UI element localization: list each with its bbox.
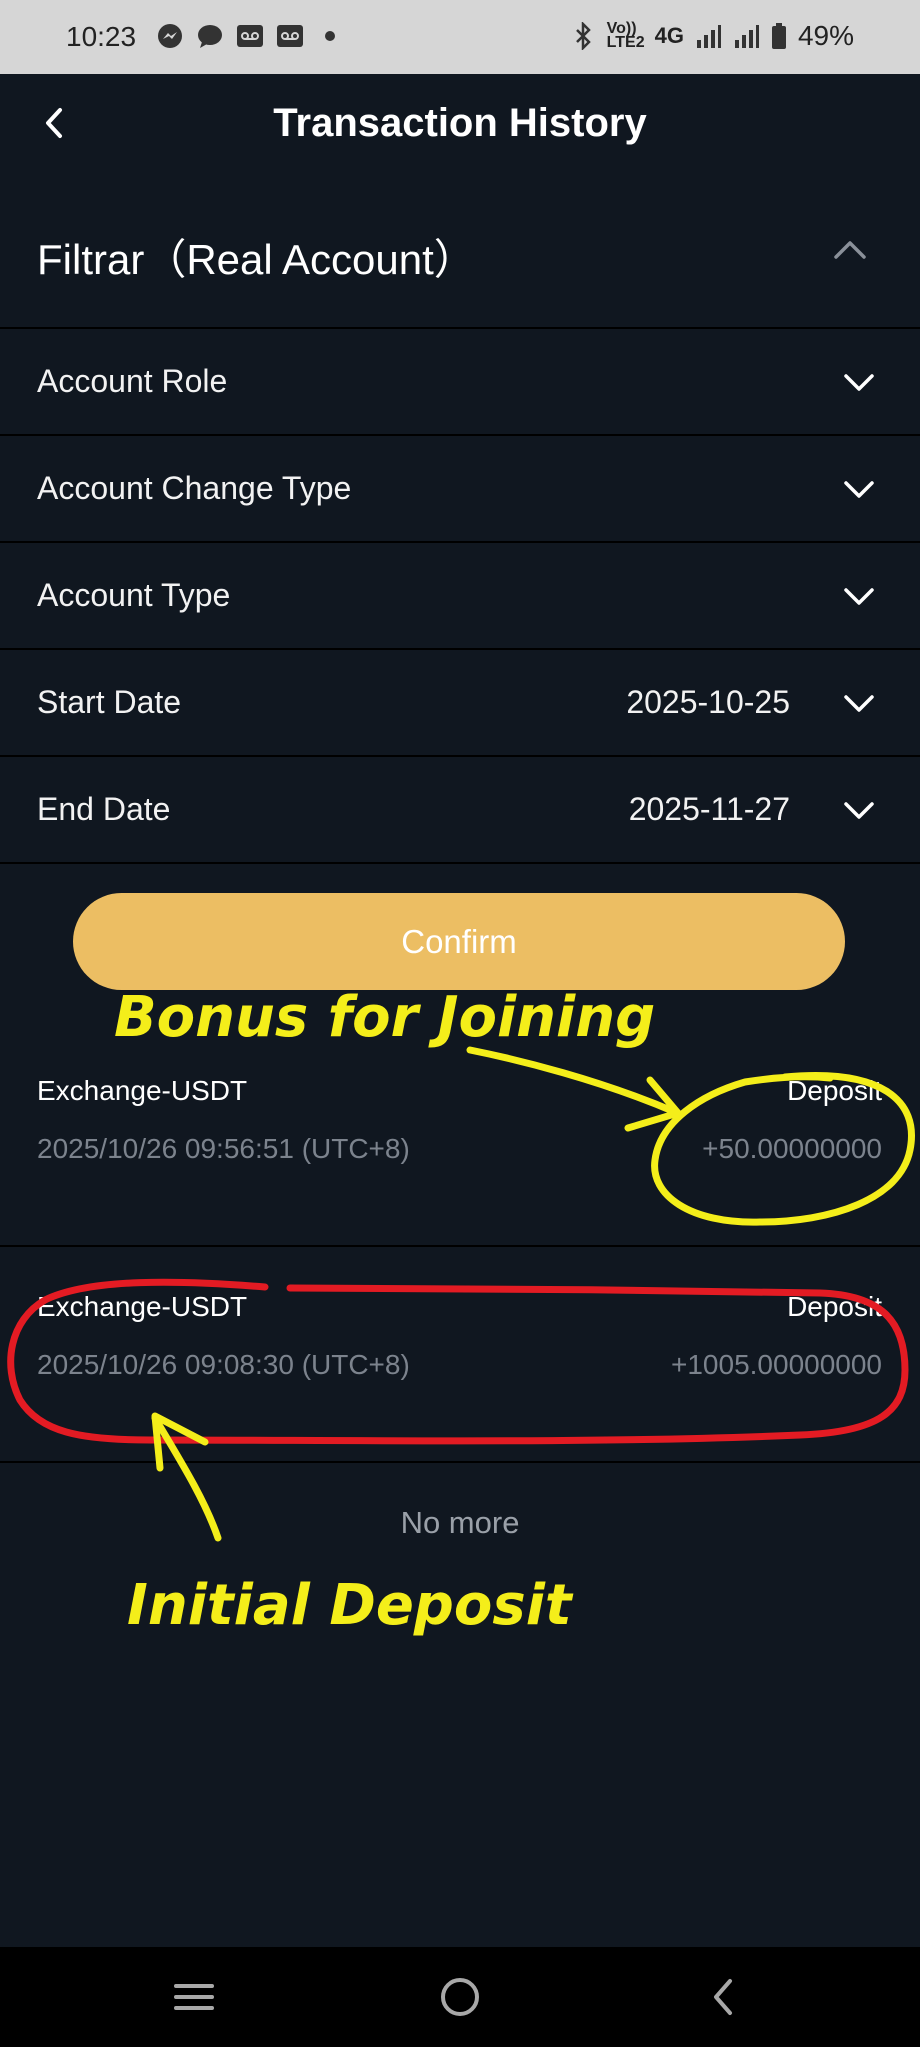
filter-row-end-date[interactable]: End Date 2025-11-27	[0, 757, 920, 862]
chevron-down-icon	[844, 481, 874, 498]
chevron-down-icon	[844, 695, 874, 712]
no-more-label: No more	[400, 1505, 520, 1540]
transaction-time: 2025/10/26 09:08:30 (UTC+8)	[37, 1349, 410, 1380]
app-header: Transaction History	[0, 74, 920, 174]
home-icon[interactable]	[432, 1969, 488, 2025]
volte-bottom: LTE2	[606, 34, 645, 51]
transaction-type: Deposit	[787, 1075, 882, 1106]
confirm-button[interactable]: Confirm	[73, 893, 845, 990]
row-label: Account Type	[37, 577, 231, 613]
messenger-icon	[158, 24, 182, 48]
filter-header[interactable]: Filtrar（Real Account）	[0, 190, 920, 330]
system-nav-bar	[0, 1947, 920, 2047]
transaction-time: 2025/10/26 09:56:51 (UTC+8)	[37, 1133, 410, 1164]
chat-bubble-icon	[198, 25, 222, 48]
annotation-bonus-text: Bonus for Joining	[114, 985, 656, 1050]
page-title: Transaction History	[273, 101, 647, 145]
row-label: Account Role	[37, 363, 228, 399]
transaction-amount: +50.00000000	[702, 1133, 882, 1164]
network-type: 4G	[654, 23, 684, 48]
notification-icons	[156, 22, 344, 50]
row-label: End Date	[37, 791, 171, 827]
chevron-down-icon	[844, 802, 874, 819]
voicemail-icon	[277, 25, 303, 47]
transaction-row[interactable]: Exchange-USDT Deposit 2025/10/26 09:08:3…	[0, 1247, 920, 1461]
transaction-account: Exchange-USDT	[37, 1075, 248, 1106]
system-status: Vo)) LTE2 4G 49%	[569, 20, 854, 52]
status-bar: 10:23 Vo)) LTE2 4G 49%	[0, 0, 920, 74]
divider	[0, 862, 920, 864]
chevron-down-icon	[844, 374, 874, 391]
dot-icon	[325, 31, 335, 41]
chevron-down-icon	[844, 588, 874, 605]
filter-row-account-role[interactable]: Account Role	[0, 329, 920, 434]
status-time: 10:23	[66, 21, 137, 52]
row-label: Account Change Type	[37, 470, 352, 506]
chevron-up-icon[interactable]	[830, 230, 870, 270]
voicemail-icon	[237, 25, 263, 47]
transaction-amount: +1005.00000000	[671, 1349, 882, 1380]
volte-indicator: Vo)) LTE2	[606, 21, 645, 51]
battery-percent: 49%	[797, 20, 854, 51]
back-icon[interactable]	[696, 1969, 752, 2025]
transaction-account: Exchange-USDT	[37, 1291, 248, 1322]
filter-row-start-date[interactable]: Start Date 2025-10-25	[0, 650, 920, 755]
signal-icon	[734, 25, 759, 48]
start-date-value: 2025-10-25	[626, 684, 790, 720]
filter-row-account-type[interactable]: Account Type	[0, 543, 920, 648]
filter-row-account-change-type[interactable]: Account Change Type	[0, 436, 920, 541]
row-label: Start Date	[37, 684, 182, 720]
bluetooth-icon	[575, 22, 591, 50]
annotation-initial-text: Initial Deposit	[127, 1573, 572, 1638]
transaction-row[interactable]: Exchange-USDT Deposit 2025/10/26 09:56:5…	[0, 1031, 920, 1245]
battery-icon	[771, 23, 786, 49]
filter-title: Filtrar（Real Account）	[37, 236, 476, 283]
recent-apps-icon[interactable]	[166, 1969, 222, 2025]
end-date-value: 2025-11-27	[628, 791, 790, 827]
signal-icon	[696, 25, 721, 48]
transaction-type: Deposit	[787, 1291, 882, 1322]
divider	[0, 1461, 920, 1463]
